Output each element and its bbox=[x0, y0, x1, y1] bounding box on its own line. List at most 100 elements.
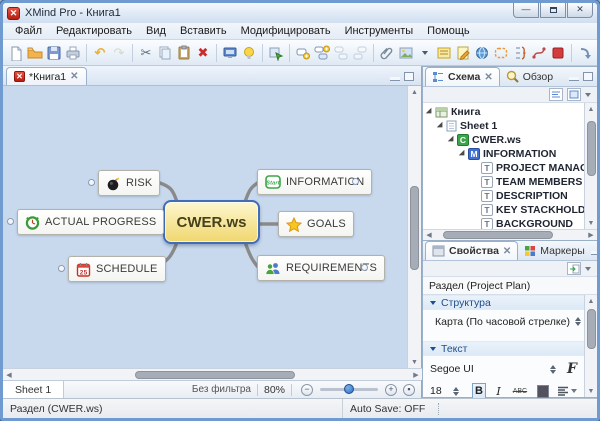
expand-arrow-icon[interactable] bbox=[448, 136, 456, 144]
topic-risk[interactable]: RISK bbox=[98, 170, 160, 196]
panel-minimize-icon[interactable] bbox=[569, 77, 579, 81]
tree-vertical-scrollbar[interactable]: ▲ ▼ bbox=[584, 103, 597, 229]
structure-value-row[interactable]: Карта (По часовой стрелке) bbox=[423, 310, 584, 333]
collapse-handle[interactable] bbox=[7, 218, 14, 225]
delete-icon[interactable]: ✖ bbox=[194, 43, 212, 62]
editor-minimize-icon[interactable] bbox=[390, 77, 400, 81]
summary-icon[interactable] bbox=[511, 43, 529, 62]
insert-topic-before-icon[interactable] bbox=[332, 43, 350, 62]
stop-icon[interactable] bbox=[549, 43, 567, 62]
scroll-right-arrow-icon[interactable]: ▶ bbox=[410, 371, 422, 379]
align-button[interactable] bbox=[557, 386, 577, 396]
sheet-tab[interactable]: Sheet 1 bbox=[3, 381, 64, 398]
section-structure-header[interactable]: Структура bbox=[423, 295, 584, 310]
section-text-header[interactable]: Текст bbox=[423, 341, 584, 356]
tree-horizontal-scrollbar[interactable]: ◀ ▶ bbox=[423, 229, 597, 240]
topic-goals[interactable]: GOALS bbox=[278, 211, 354, 237]
topic-schedule[interactable]: 25 SCHEDULE bbox=[68, 256, 166, 282]
print-icon[interactable] bbox=[64, 43, 82, 62]
scroll-up-arrow-icon[interactable]: ▲ bbox=[585, 295, 597, 307]
structure-stepper[interactable] bbox=[575, 317, 581, 326]
boundary-icon[interactable] bbox=[492, 43, 510, 62]
tab-overview[interactable]: Обзор bbox=[500, 67, 559, 86]
central-topic[interactable]: CWER.ws bbox=[163, 200, 260, 244]
insert-subtopic-icon[interactable] bbox=[313, 43, 331, 62]
save-icon[interactable] bbox=[45, 43, 63, 62]
paste-icon[interactable] bbox=[175, 43, 193, 62]
scrollbar-thumb[interactable] bbox=[410, 186, 419, 270]
font-size-value[interactable]: 18 bbox=[430, 385, 442, 397]
canvas-horizontal-scrollbar[interactable]: ◀ ▶ bbox=[3, 368, 422, 380]
zoom-slider-thumb[interactable] bbox=[344, 384, 354, 394]
menu-item-insert[interactable]: Вставить bbox=[174, 24, 233, 38]
expand-arrow-icon[interactable] bbox=[426, 108, 434, 116]
collapse-handle[interactable] bbox=[352, 178, 359, 185]
import-style-icon[interactable] bbox=[567, 262, 581, 275]
font-family-stepper[interactable] bbox=[550, 365, 556, 374]
tree-item-subtopic[interactable]: T BACKGROUND bbox=[423, 217, 584, 229]
topic-actual-progress[interactable]: ACTUAL PROGRESS bbox=[17, 209, 164, 235]
tree-item-workbook[interactable]: Книга bbox=[423, 105, 584, 119]
drill-up-icon[interactable] bbox=[595, 43, 600, 62]
insert-topic-icon[interactable] bbox=[294, 43, 312, 62]
expand-levels-icon[interactable] bbox=[549, 88, 563, 101]
editor-maximize-icon[interactable] bbox=[404, 72, 414, 81]
scroll-right-arrow-icon[interactable]: ▶ bbox=[585, 231, 597, 239]
redo-icon[interactable]: ↷ bbox=[110, 43, 128, 62]
attachment-icon[interactable] bbox=[378, 43, 396, 62]
document-tab[interactable]: ✕ *Книга1 ✕ bbox=[6, 67, 87, 85]
canvas-vertical-scrollbar[interactable]: ▲ ▼ bbox=[407, 86, 421, 368]
minimize-button[interactable]: — bbox=[513, 3, 539, 18]
filter-label[interactable]: Без фильтра bbox=[192, 384, 251, 395]
image-dropdown-icon[interactable] bbox=[416, 43, 434, 62]
tab-close-icon[interactable]: ✕ bbox=[70, 71, 78, 82]
zoom-level[interactable]: 80% bbox=[264, 384, 285, 396]
tab-outline[interactable]: Схема ✕ bbox=[425, 67, 500, 86]
scroll-up-arrow-icon[interactable]: ▲ bbox=[408, 86, 421, 98]
collapse-levels-icon[interactable] bbox=[567, 88, 581, 101]
menu-item-help[interactable]: Помощь bbox=[421, 24, 476, 38]
scroll-down-arrow-icon[interactable]: ▼ bbox=[408, 356, 421, 368]
menu-item-modify[interactable]: Модифицировать bbox=[235, 24, 337, 38]
scroll-up-arrow-icon[interactable]: ▲ bbox=[585, 103, 597, 115]
scrollbar-thumb[interactable] bbox=[443, 231, 553, 239]
tree-item-main-topic[interactable]: M INFORMATION bbox=[423, 147, 584, 161]
italic-button[interactable]: I bbox=[491, 383, 505, 399]
font-color-swatch[interactable] bbox=[537, 385, 549, 398]
panel-menu-icon[interactable] bbox=[585, 93, 591, 97]
properties-vertical-scrollbar[interactable]: ▲ ▼ bbox=[584, 295, 597, 397]
scroll-down-arrow-icon[interactable]: ▼ bbox=[585, 385, 597, 397]
insert-image-icon[interactable] bbox=[397, 43, 415, 62]
panel-menu-icon[interactable] bbox=[585, 267, 591, 271]
menu-item-file[interactable]: Файл bbox=[9, 24, 48, 38]
scroll-left-arrow-icon[interactable]: ◀ bbox=[3, 371, 15, 379]
lightbulb-icon[interactable] bbox=[240, 43, 258, 62]
maximize-button[interactable] bbox=[540, 3, 566, 18]
strikethrough-button[interactable]: ABC bbox=[511, 383, 529, 399]
scrollbar-thumb[interactable] bbox=[135, 371, 295, 379]
tree-item-subtopic[interactable]: T TEAM MEMBERS bbox=[423, 175, 584, 189]
insert-parent-topic-icon[interactable] bbox=[351, 43, 369, 62]
presentation-icon[interactable] bbox=[221, 43, 239, 62]
collapse-handle[interactable] bbox=[58, 265, 65, 272]
tree-item-subtopic[interactable]: T PROJECT MANAGER bbox=[423, 161, 584, 175]
copy-icon[interactable] bbox=[156, 43, 174, 62]
close-button[interactable]: ✕ bbox=[567, 3, 593, 18]
insert-sheet-icon[interactable] bbox=[267, 43, 285, 62]
tab-markers[interactable]: Маркеры bbox=[518, 241, 590, 260]
bold-button[interactable]: B bbox=[472, 383, 487, 399]
menu-item-tools[interactable]: Инструменты bbox=[339, 24, 420, 38]
new-document-icon[interactable] bbox=[7, 43, 25, 62]
collapse-handle[interactable] bbox=[88, 179, 95, 186]
expand-arrow-icon[interactable] bbox=[437, 122, 445, 130]
scroll-left-arrow-icon[interactable]: ◀ bbox=[423, 231, 435, 239]
font-family-row[interactable]: Segoe UI F bbox=[423, 356, 584, 382]
zoom-fit-button[interactable]: ▪ bbox=[403, 384, 415, 396]
collapse-handle[interactable] bbox=[361, 264, 368, 271]
zoom-slider[interactable] bbox=[320, 388, 378, 391]
panel-minimize-icon[interactable] bbox=[591, 251, 600, 255]
menu-item-edit[interactable]: Редактировать bbox=[50, 24, 138, 38]
notes-icon[interactable] bbox=[454, 43, 472, 62]
scroll-down-arrow-icon[interactable]: ▼ bbox=[585, 217, 597, 229]
relationship-icon[interactable] bbox=[530, 43, 548, 62]
